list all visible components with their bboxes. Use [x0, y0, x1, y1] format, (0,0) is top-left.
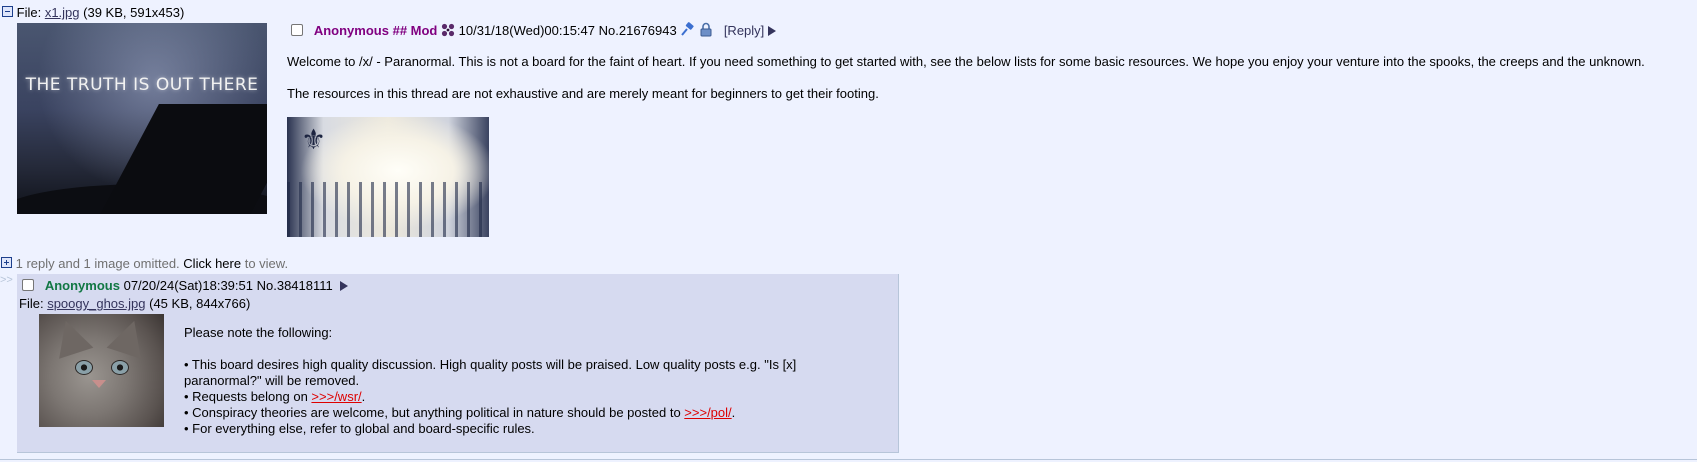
- reply-rule-3: • Conspiracy theories are welcome, but a…: [184, 405, 736, 420]
- post-menu-arrow-icon[interactable]: [767, 26, 776, 36]
- quote-link-pol[interactable]: >>>/pol/: [684, 405, 731, 420]
- mod-badge-icon: [441, 23, 455, 37]
- op-embedded-image[interactable]: ⚜: [287, 117, 489, 237]
- op-post-header: Anonymous ## Mod 10/31/18(Wed)00:15:47 N…: [291, 22, 776, 38]
- op-capcode: ## Mod: [392, 23, 438, 38]
- reply-post-checkbox[interactable]: [22, 279, 34, 291]
- omitted-suffix: to view.: [244, 256, 289, 271]
- op-author-name: Anonymous: [313, 23, 389, 38]
- omitted-text: 1 reply and 1 image omitted.: [15, 256, 180, 271]
- op-thumbnail-caption: THE TRUTH IS OUT THERE: [25, 75, 259, 95]
- op-file-info: File: x1.jpg (39 KB, 591x453): [2, 5, 184, 20]
- reply-menu-arrow-icon[interactable]: [339, 281, 348, 291]
- op-thumbnail[interactable]: THE TRUTH IS OUT THERE: [17, 23, 267, 214]
- reply-thumbnail[interactable]: [39, 314, 164, 427]
- reply-file-prefix: File:: [19, 296, 44, 311]
- op-body-paragraph-1: Welcome to /x/ - Paranormal. This is not…: [287, 54, 1645, 69]
- op-file-link[interactable]: x1.jpg: [45, 5, 80, 20]
- reply-side-arrows: >>: [0, 274, 13, 286]
- closed-lock-icon: [699, 22, 713, 37]
- reply-rule-1-line-2: paranormal?" will be removed.: [184, 373, 360, 388]
- reply-author-name: Anonymous: [44, 278, 120, 293]
- op-post-number[interactable]: No.21676943: [599, 23, 677, 38]
- omitted-replies: 1 reply and 1 image omitted. Click here …: [1, 256, 288, 271]
- reply-datetime: 07/20/24(Sat)18:39:51: [123, 278, 253, 293]
- expand-thread-icon[interactable]: [1, 257, 12, 268]
- reply-intro: Please note the following:: [184, 325, 333, 340]
- reply-rule-4: • For everything else, refer to global a…: [184, 421, 535, 436]
- reply-post-header: Anonymous 07/20/24(Sat)18:39:51 No.38418…: [22, 278, 348, 293]
- op-file-meta: (39 KB, 591x453): [83, 5, 185, 20]
- sticky-pin-icon: [680, 22, 695, 37]
- reply-rule-2: • Requests belong on >>>/wsr/.: [184, 389, 366, 404]
- thread-divider: [0, 459, 1697, 460]
- reply-file-link[interactable]: spoogy_ghos.jpg: [47, 296, 145, 311]
- reply-body: Please note the following: • This board …: [184, 325, 796, 437]
- reply-file-meta: (45 KB, 844x766): [149, 296, 251, 311]
- reply-file-info: File: spoogy_ghos.jpg (45 KB, 844x766): [19, 296, 250, 311]
- quote-link-wsr[interactable]: >>>/wsr/: [311, 389, 361, 404]
- reply-rule-1-line-1: • This board desires high quality discus…: [184, 357, 797, 372]
- op-datetime: 10/31/18(Wed)00:15:47: [458, 23, 596, 38]
- expand-link[interactable]: Click here: [183, 256, 241, 271]
- op-post-checkbox[interactable]: [291, 24, 303, 36]
- reply-post-number[interactable]: No.38418111: [257, 278, 333, 293]
- op-file-prefix: File:: [16, 5, 42, 20]
- op-reply-link[interactable]: [Reply]: [724, 23, 764, 38]
- op-body-paragraph-2: The resources in this thread are not exh…: [287, 86, 879, 101]
- collapse-thread-icon[interactable]: [2, 6, 13, 17]
